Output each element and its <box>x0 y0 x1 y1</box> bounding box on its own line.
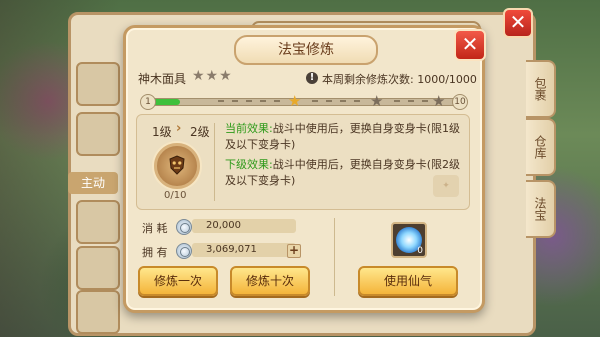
star-icon: ★ <box>432 92 446 110</box>
track-dash <box>274 100 280 102</box>
star-icon: ★ <box>370 92 384 110</box>
treasure-slot[interactable] <box>76 200 120 244</box>
treasure-panel-close-button[interactable]: ✕ <box>503 8 533 38</box>
track-dash <box>218 100 224 102</box>
tab-warehouse[interactable]: 仓库 <box>526 118 556 176</box>
watermark-emblem: ✦ <box>433 175 459 197</box>
track-dash <box>422 100 428 102</box>
current-effect-label: 当前效果: <box>225 122 273 135</box>
info-icon[interactable]: ! <box>306 72 318 84</box>
track-dash <box>312 100 318 102</box>
divider <box>214 123 215 201</box>
track-end-marker: 10 <box>452 94 468 110</box>
use-xianqi-button[interactable]: 使用仙气 <box>358 266 458 296</box>
star-icon: ★ <box>288 92 302 110</box>
silver-coin-icon <box>176 219 192 235</box>
current-effect: 当前效果:战斗中使用后，更换自身变身卡(限1级及以下变身卡) <box>225 121 463 153</box>
treasure-slot[interactable] <box>76 112 120 156</box>
track-dash <box>326 100 332 102</box>
track-dash <box>232 100 238 102</box>
tab-bag[interactable]: 包裹 <box>526 60 556 118</box>
treasure-training-dialog: 法宝修炼 ✕ 神木面具 ★★★ ! 本周剩余修炼次数: 1000/1000 1 … <box>123 25 486 313</box>
next-effect-label: 下级效果: <box>225 158 273 171</box>
item-name: 神木面具 <box>138 72 187 86</box>
treasure-mask-icon[interactable] <box>154 143 200 189</box>
owned-label: 拥 有 <box>142 246 168 259</box>
mask-icon <box>169 155 185 175</box>
track-dash <box>340 100 346 102</box>
owned-value: 3,069,071 <box>192 243 296 257</box>
treasure-slot[interactable] <box>76 290 120 334</box>
track-dash <box>246 100 252 102</box>
treasure-slot[interactable] <box>76 62 120 106</box>
add-currency-button[interactable]: + <box>287 244 301 258</box>
cost-label: 消 耗 <box>142 222 168 235</box>
track-dash <box>260 100 266 102</box>
tab-active[interactable]: 主动 <box>68 172 118 194</box>
tab-treasure[interactable]: 法宝 <box>526 180 556 238</box>
divider <box>334 218 335 296</box>
weekly-remaining-label: 本周剩余修炼次数: <box>322 73 414 86</box>
cost-value: 20,000 <box>192 219 296 233</box>
upgrade-info-panel: 1级 › 2级 0/10 当前效果:战斗中使用后，更换自身变身卡(限1级及以下变… <box>136 114 470 210</box>
weekly-remaining: 本周剩余修炼次数: 1000/1000 <box>322 71 477 87</box>
xianqi-count: 0 <box>417 246 423 256</box>
level-progress-track: 1 10 ★ ★ ★ <box>140 92 468 110</box>
train-once-button[interactable]: 修炼一次 <box>138 266 218 296</box>
treasure-slot[interactable] <box>76 246 120 290</box>
track-dash <box>408 100 414 102</box>
close-button[interactable]: ✕ <box>454 29 486 61</box>
silver-coin-icon <box>176 243 192 259</box>
train-ten-button[interactable]: 修炼十次 <box>230 266 310 296</box>
next-effect: 下级效果:战斗中使用后，更换自身变身卡(限2级及以下变身卡) <box>225 157 463 189</box>
current-level: 1级 <box>152 125 172 139</box>
dialog-title: 法宝修炼 <box>234 35 378 65</box>
track-dash <box>354 100 360 102</box>
next-level: 2级 <box>190 125 210 139</box>
training-counter: 0/10 <box>164 190 187 201</box>
track-start-marker: 1 <box>140 94 156 110</box>
chevron-right-icon: › <box>176 121 182 136</box>
track-dash <box>394 100 400 102</box>
weekly-remaining-value: 1000/1000 <box>417 73 477 86</box>
xianqi-item-slot[interactable]: 0 <box>391 222 427 258</box>
star-rating: ★★★ <box>192 68 233 84</box>
